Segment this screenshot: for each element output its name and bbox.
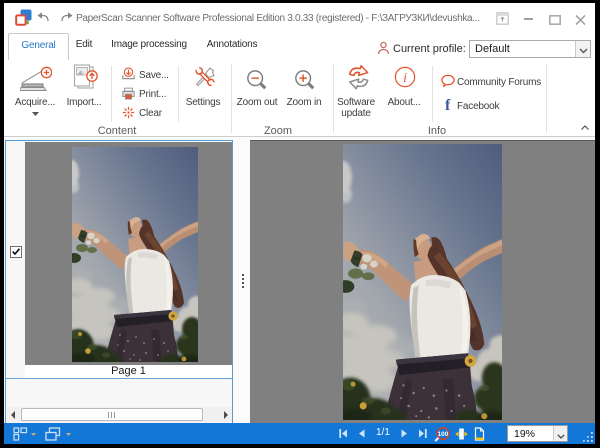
- svg-text:100: 100: [438, 431, 449, 438]
- svg-text:i: i: [403, 70, 407, 85]
